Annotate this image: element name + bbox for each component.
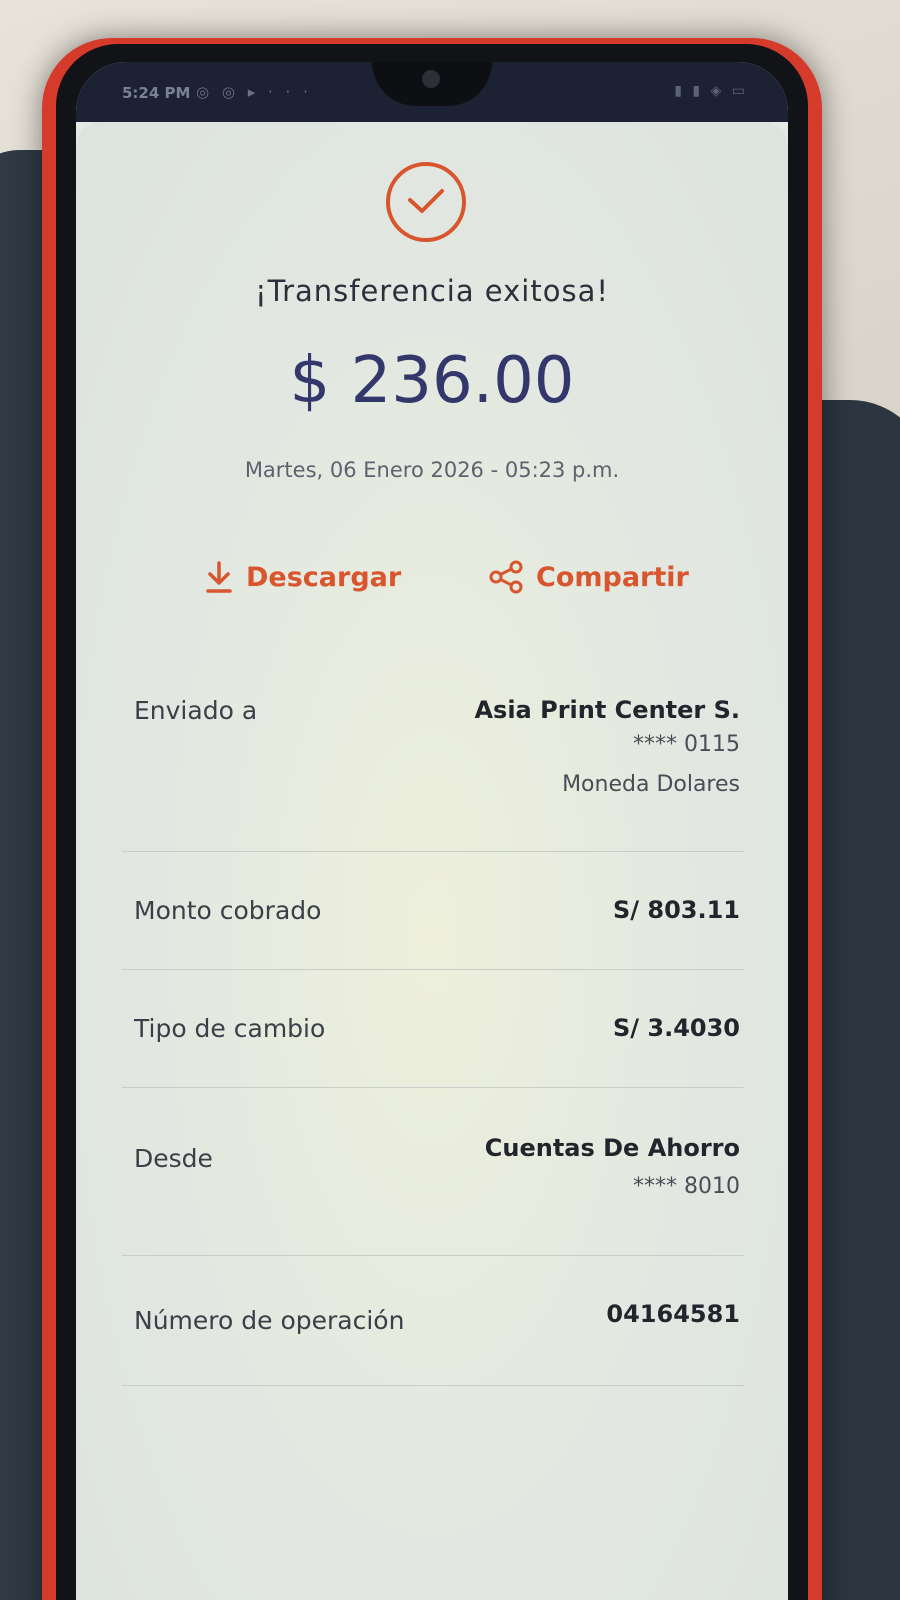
transfer-details: Enviado a Asia Print Center S. **** 0115… [122, 682, 744, 1386]
receipt-actions: Descargar Compartir [76, 560, 788, 610]
detail-row-sent-to: Enviado a Asia Print Center S. **** 0115… [122, 682, 744, 852]
transfer-receipt: ¡Transferencia exitosa! $ 236.00 Martes,… [76, 122, 788, 1600]
operation-number-value: 04164581 [606, 1300, 740, 1328]
source-account-name: Cuentas De Ahorro [484, 1134, 740, 1162]
download-icon [206, 561, 232, 593]
notification-icons: ◎ ◎ ▸ · · · [196, 83, 312, 101]
detail-row-from: Desde Cuentas De Ahorro **** 8010 [122, 1088, 744, 1256]
system-status-icons: ▮ ▮ ◈ ▭ [674, 83, 748, 99]
exchange-rate-label: Tipo de cambio [134, 1014, 326, 1043]
checkmark-circle-icon [386, 162, 466, 242]
phone-frame: 5:24 PM ◎ ◎ ▸ · · · ▮ ▮ ◈ ▭ ¡Transferenc… [42, 38, 822, 1600]
page-title: ¡Transferencia exitosa! [255, 274, 609, 308]
transfer-datetime: Martes, 06 Enero 2026 - 05:23 p.m. [244, 458, 620, 482]
phone-bezel: 5:24 PM ◎ ◎ ▸ · · · ▮ ▮ ◈ ▭ ¡Transferenc… [56, 44, 808, 1600]
recipient-account: **** 0115 [633, 732, 740, 757]
exchange-rate-value: S/ 3.4030 [612, 1014, 740, 1042]
operation-number-label: Número de operación [134, 1306, 405, 1335]
amount-charged-value: S/ 803.11 [612, 896, 740, 924]
share-label: Compartir [536, 561, 689, 593]
amount-charged-label: Monto cobrado [134, 896, 322, 925]
from-label: Desde [134, 1144, 213, 1173]
checkmark-icon [408, 189, 444, 213]
source-account-number: **** 8010 [633, 1174, 740, 1199]
detail-row-amount-charged: Monto cobrado S/ 803.11 [122, 852, 744, 970]
recipient-currency: Moneda Dolares [562, 772, 740, 797]
phone-screen: 5:24 PM ◎ ◎ ▸ · · · ▮ ▮ ◈ ▭ ¡Transferenc… [76, 62, 788, 1600]
download-button[interactable]: Descargar [204, 560, 401, 594]
sent-to-label: Enviado a [134, 696, 258, 725]
status-time: 5:24 PM [122, 84, 191, 102]
detail-row-exchange-rate: Tipo de cambio S/ 3.4030 [122, 970, 744, 1088]
photo-background: 5:24 PM ◎ ◎ ▸ · · · ▮ ▮ ◈ ▭ ¡Transferenc… [0, 0, 900, 1600]
share-icon [489, 560, 523, 594]
detail-row-operation-number: Número de operación 04164581 [122, 1256, 744, 1386]
recipient-name: Asia Print Center S. [474, 696, 740, 724]
transfer-amount: $ 236.00 [289, 344, 575, 418]
front-camera-icon [422, 70, 440, 88]
download-label: Descargar [246, 561, 402, 593]
share-button[interactable]: Compartir [488, 560, 689, 594]
